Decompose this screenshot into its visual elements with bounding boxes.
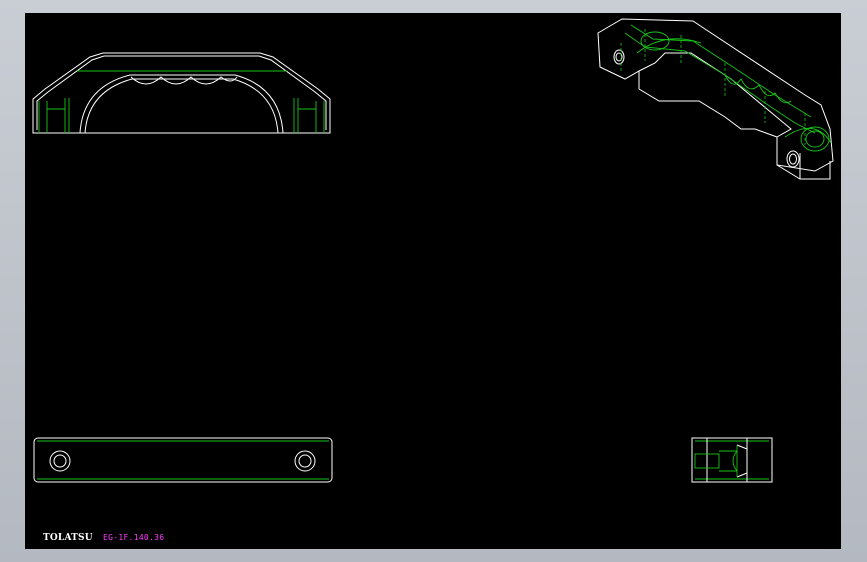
isometric-view: [597, 18, 834, 180]
side-view: [691, 437, 773, 483]
top-view: [33, 437, 333, 483]
front-view: [32, 52, 331, 134]
cad-drawing-viewport[interactable]: TOLATSU EG-1F.140.36: [25, 13, 841, 549]
cad-drawing: [32, 18, 834, 483]
part-number-label: EG-1F.140.36: [103, 533, 165, 542]
brand-label: TOLATSU: [43, 533, 93, 543]
